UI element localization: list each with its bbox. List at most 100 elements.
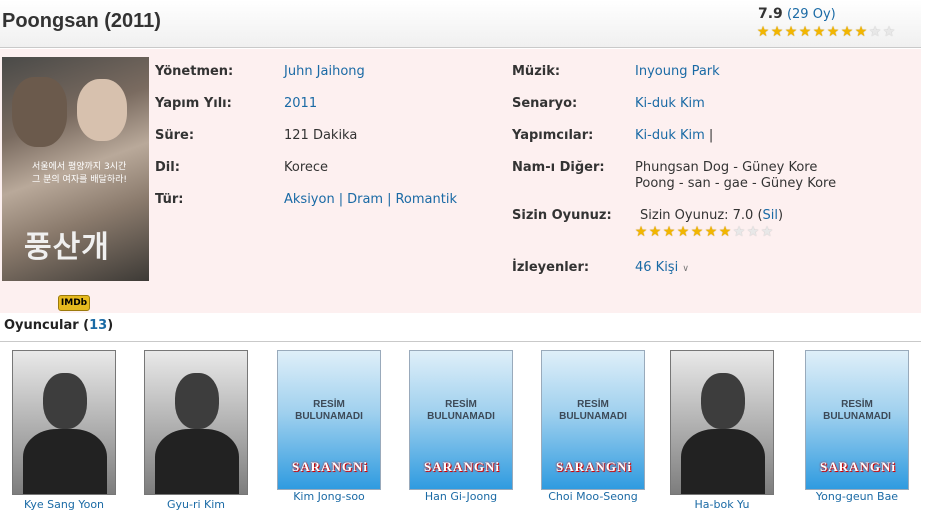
year-link[interactable]: 2011 [284, 96, 317, 111]
cast-name-link[interactable]: Gyu-ri Kim [144, 498, 248, 511]
music-label: Müzik: [512, 64, 561, 79]
producer-separator: | [708, 128, 714, 143]
chevron-down-icon: ∨ [682, 264, 689, 274]
director-link[interactable]: Juhn Jaihong [284, 64, 365, 79]
star-icon: ★ [840, 24, 854, 40]
placeholder-line: BULUNAMADI [559, 411, 627, 422]
sarangni-logo: SARANGNi [820, 459, 896, 474]
star-icon[interactable]: ★ [718, 225, 732, 239]
cast-name-link[interactable]: Kim Jong-soo [277, 490, 381, 503]
sarangni-logo: SARANGNi [424, 459, 500, 474]
genre-link[interactable]: Aksiyon [284, 192, 335, 207]
watchers-label: İzleyenler: [512, 260, 590, 275]
genre-link[interactable]: Romantik [395, 192, 457, 207]
language-label: Dil: [155, 160, 180, 175]
star-icon[interactable]: ★ [648, 225, 662, 239]
your-rating-label: Sizin Oyunuz: [512, 208, 612, 223]
cast-heading: Oyuncular (13) [4, 318, 113, 333]
genre-list: Aksiyon | Dram | Romantik [284, 192, 457, 207]
rating-summary: 7.9 (29 Oy) [758, 6, 836, 22]
placeholder-line: BULUNAMADI [295, 411, 363, 422]
movie-poster[interactable]: 서울에서 평양까지 3시간 그 분의 여자를 배달하라! 풍산개 [2, 57, 149, 281]
genre-link[interactable]: Dram [347, 192, 383, 207]
placeholder-line: RESİM [841, 399, 873, 410]
genre-label: Tür: [155, 192, 184, 207]
star-icon[interactable]: ★ [690, 225, 704, 239]
star-icon: ★ [784, 24, 798, 40]
cast-card[interactable]: Gyu-ri Kim [144, 350, 248, 511]
person-silhouette-head [175, 373, 219, 429]
star-icon[interactable]: ★ [662, 225, 676, 239]
page-title: Poongsan (2011) [2, 10, 161, 32]
star-icon[interactable]: ★ [704, 225, 718, 239]
watchers-count: 46 Kişi [635, 260, 679, 275]
star-icon[interactable]: ★ [760, 225, 774, 239]
no-image-placeholder[interactable]: RESİM BULUNAMADI SARANGNi [805, 350, 909, 490]
placeholder-line: BULUNAMADI [427, 411, 495, 422]
aka-values: Phungsan Dog - Güney Kore Poong - san - … [635, 160, 836, 192]
cast-card[interactable]: RESİM BULUNAMADI SARANGNi Han Gi-Joong [409, 350, 513, 503]
no-image-placeholder[interactable]: RESİM BULUNAMADI SARANGNi [409, 350, 513, 490]
placeholder-line: RESİM [445, 399, 477, 410]
person-silhouette-head [701, 373, 745, 429]
no-image-placeholder[interactable]: RESİM BULUNAMADI SARANGNi [541, 350, 645, 490]
placeholder-line: BULUNAMADI [823, 411, 891, 422]
delete-rating-link[interactable]: Sil [763, 208, 778, 223]
producers-label: Yapımcılar: [512, 128, 594, 143]
poster-title: 풍산개 [24, 230, 110, 265]
cast-name-link[interactable]: Choi Moo-Seong [541, 490, 645, 503]
producer-link[interactable]: Ki-duk Kim [635, 128, 705, 143]
cast-heading-close: ) [107, 318, 114, 333]
cast-photo[interactable] [670, 350, 774, 495]
screenplay-link[interactable]: Ki-duk Kim [635, 96, 705, 111]
cast-card[interactable]: Ha-bok Yu [670, 350, 774, 511]
cast-name-link[interactable]: Kye Sang Yoon [12, 498, 116, 511]
your-rating-text: Sizin Oyunuz: 7.0 (Sil) [640, 208, 783, 223]
poster-tagline: 서울에서 평양까지 3시간 그 분의 여자를 배달하라! [32, 161, 127, 187]
imdb-link[interactable]: IMDb [58, 295, 90, 311]
star-icon: ★ [882, 24, 896, 40]
votes-link[interactable]: 29 Oy [792, 7, 831, 22]
movie-header: Poongsan (2011) 7.9 (29 Oy) ★ ★ ★ ★ ★ ★ ★ ★ ★ ★ [0, 0, 921, 48]
poster-tagline-line2: 그 분의 여자를 배달하라! [32, 175, 127, 185]
movie-info-panel: 서울에서 평양까지 3시간 그 분의 여자를 배달하라! 풍산개 IMDb Yö… [0, 49, 921, 313]
star-icon: ★ [854, 24, 868, 40]
cast-name-link[interactable]: Han Gi-Joong [409, 490, 513, 503]
cast-card[interactable]: Kye Sang Yoon [12, 350, 116, 511]
cast-photo[interactable] [12, 350, 116, 495]
cast-heading-label: Oyuncular ( [4, 318, 90, 333]
no-image-placeholder[interactable]: RESİM BULUNAMADI SARANGNi [277, 350, 381, 490]
star-icon: ★ [826, 24, 840, 40]
aka-title: Phungsan Dog - Güney Kore [635, 160, 818, 175]
duration-label: Süre: [155, 128, 195, 143]
poster-tagline-line1: 서울에서 평양까지 3시간 [32, 162, 127, 172]
placeholder-text: RESİM BULUNAMADI [410, 399, 512, 423]
music-link[interactable]: Inyoung Park [635, 64, 720, 79]
placeholder-text: RESİM BULUNAMADI [806, 399, 908, 423]
star-icon: ★ [770, 24, 784, 40]
star-icon[interactable]: ★ [746, 225, 760, 239]
cast-name-link[interactable]: Yong-geun Bae [805, 490, 909, 503]
star-icon[interactable]: ★ [732, 225, 746, 239]
star-icon[interactable]: ★ [634, 225, 648, 239]
star-icon: ★ [812, 24, 826, 40]
aka-title: Poong - san - gae - Güney Kore [635, 176, 837, 191]
star-icon: ★ [756, 24, 770, 40]
producers-list: Ki-duk Kim | [635, 128, 713, 143]
cast-card[interactable]: RESİM BULUNAMADI SARANGNi Kim Jong-soo [277, 350, 381, 503]
placeholder-text: RESİM BULUNAMADI [542, 399, 644, 423]
aka-label: Nam-ı Diğer: [512, 160, 605, 175]
placeholder-line: RESİM [313, 399, 345, 410]
cast-count-link[interactable]: 13 [89, 318, 107, 333]
cast-card[interactable]: RESİM BULUNAMADI SARANGNi Choi Moo-Seong [541, 350, 645, 503]
director-label: Yönetmen: [155, 64, 234, 79]
your-rating-stars[interactable]: ★ ★ ★ ★ ★ ★ ★ ★ ★ ★ [634, 225, 774, 239]
cast-name-link[interactable]: Ha-bok Yu [670, 498, 774, 511]
cast-card[interactable]: RESİM BULUNAMADI SARANGNi Yong-geun Bae [805, 350, 909, 503]
person-silhouette-body [23, 429, 107, 494]
person-silhouette-body [155, 429, 239, 494]
sarangni-logo: SARANGNi [556, 459, 632, 474]
star-icon[interactable]: ★ [676, 225, 690, 239]
watchers-link[interactable]: 46 Kişi ∨ [635, 260, 689, 275]
cast-photo[interactable] [144, 350, 248, 495]
